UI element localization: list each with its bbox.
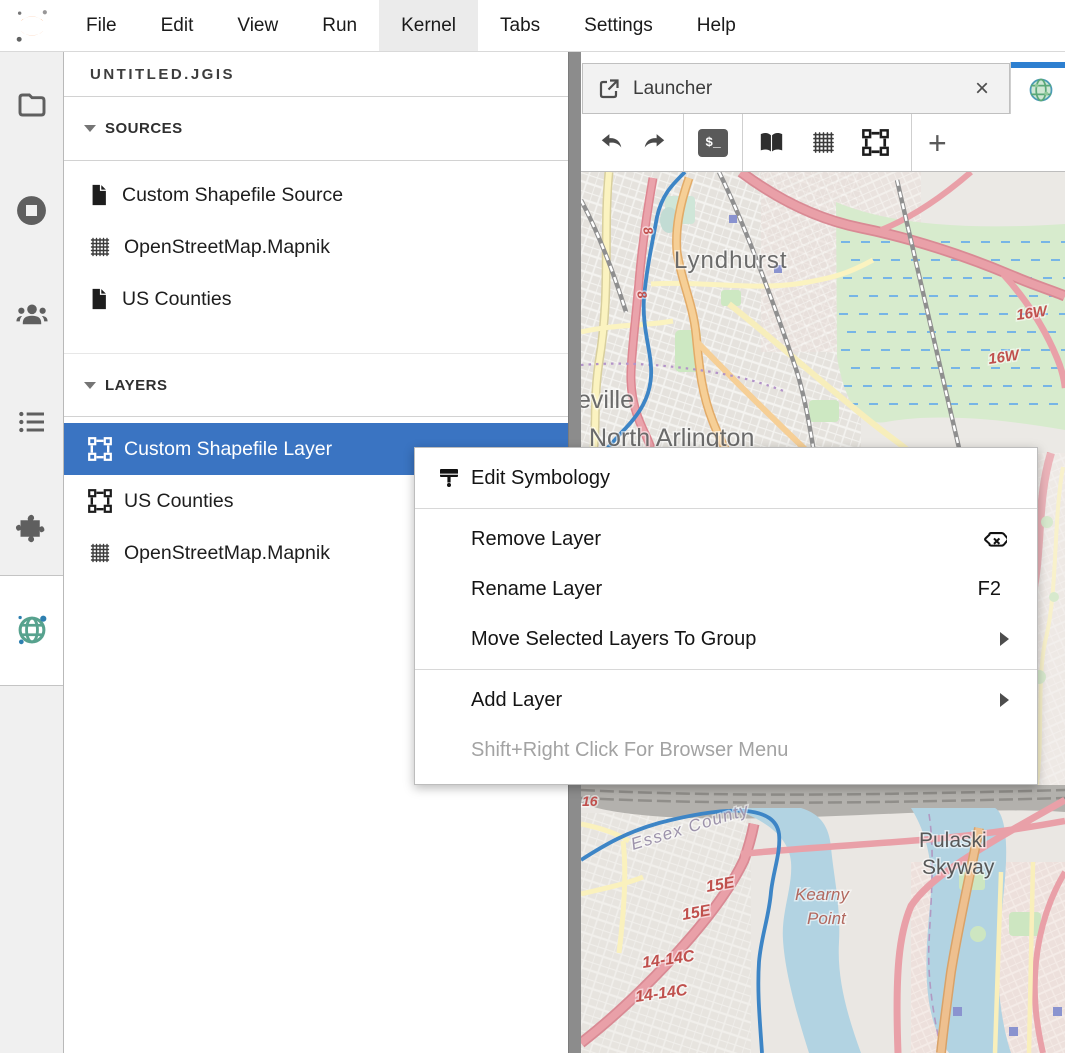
extension-manager-icon[interactable] — [0, 492, 63, 564]
map-label: Point — [807, 909, 847, 928]
vector-layer-icon — [88, 489, 112, 513]
menu-item-browser-menu-hint: Shift+Right Click For Browser Menu — [415, 725, 1037, 775]
jupyter-logo-icon — [13, 7, 51, 45]
sources-section-header[interactable]: SOURCES — [64, 97, 568, 161]
menu-item-label: Edit Symbology — [471, 467, 1009, 490]
jupyter-logo — [0, 0, 64, 51]
menu-settings[interactable]: Settings — [562, 0, 675, 51]
menu-file[interactable]: File — [64, 0, 139, 51]
submenu-arrow-icon — [1000, 693, 1009, 707]
jupytergis-globe-icon[interactable] — [0, 594, 63, 666]
map-label: eville — [581, 386, 634, 414]
menu-divider — [415, 669, 1037, 670]
map-label: Pulaski — [919, 829, 987, 852]
active-tab-accent — [1011, 62, 1065, 68]
source-label: US Counties — [122, 288, 231, 311]
map-label: Kearny — [795, 885, 850, 904]
layer-label: Custom Shapefile Layer — [124, 438, 332, 461]
add-raster-button[interactable] — [801, 121, 845, 165]
book-icon — [758, 129, 785, 156]
terminal-button[interactable]: $_ — [698, 129, 728, 157]
submenu-arrow-icon — [1000, 632, 1009, 646]
menu-edit[interactable]: Edit — [139, 0, 216, 51]
layers-header-label: LAYERS — [105, 377, 167, 394]
toolbar-separator — [742, 114, 743, 171]
map-label: 16 — [582, 793, 598, 809]
source-item-custom-shapefile[interactable]: Custom Shapefile Source — [64, 169, 568, 221]
source-item-us-counties[interactable]: US Counties — [64, 273, 568, 325]
close-icon[interactable]: × — [975, 77, 989, 101]
tab-launcher[interactable]: Launcher × — [582, 63, 1010, 114]
table-of-contents-icon[interactable] — [0, 386, 63, 458]
main-menu-bar: File Edit View Run Kernel Tabs Settings … — [0, 0, 1065, 52]
source-item-openstreetmap[interactable]: OpenStreetMap.Mapnik — [64, 221, 568, 273]
menu-item-label: Remove Layer — [471, 528, 981, 551]
menu-run[interactable]: Run — [300, 0, 379, 51]
collapse-caret-icon — [84, 382, 96, 389]
menu-item-label: Shift+Right Click For Browser Menu — [471, 739, 1009, 762]
menu-item-edit-symbology[interactable]: Edit Symbology — [415, 453, 1037, 503]
activity-bar — [0, 52, 64, 1053]
raster-grid-icon — [810, 129, 837, 156]
file-icon — [88, 288, 110, 310]
menu-item-move-layers-to-group[interactable]: Move Selected Layers To Group — [415, 614, 1037, 664]
jgis-globe-icon — [1027, 76, 1055, 104]
redo-button[interactable] — [633, 121, 677, 165]
remove-tag-icon — [981, 526, 1007, 552]
raster-grid-icon — [88, 235, 112, 259]
add-button[interactable]: + — [918, 127, 957, 159]
toolbar-separator — [911, 114, 912, 171]
collaboration-icon[interactable] — [0, 279, 63, 351]
identify-book-button[interactable] — [749, 121, 793, 165]
toolbar-separator — [683, 114, 684, 171]
menu-item-label: Rename Layer — [471, 578, 978, 601]
map-toolbar: $_ + — [581, 114, 1065, 172]
layer-label: OpenStreetMap.Mapnik — [124, 542, 330, 565]
add-vector-button[interactable] — [853, 121, 897, 165]
menu-item-label: Add Layer — [471, 689, 1000, 712]
panel-document-title: UNTITLED.JGIS — [64, 52, 568, 97]
raster-grid-icon — [88, 541, 112, 565]
layers-section-header[interactable]: LAYERS — [64, 353, 568, 417]
source-label: Custom Shapefile Source — [122, 184, 343, 207]
menu-kernel[interactable]: Kernel — [379, 0, 478, 51]
menu-item-label: Move Selected Layers To Group — [471, 628, 1000, 651]
undo-button[interactable] — [589, 121, 633, 165]
undo-icon — [598, 130, 624, 156]
file-icon — [88, 184, 110, 206]
menu-help[interactable]: Help — [675, 0, 758, 51]
menu-item-rename-layer[interactable]: Rename Layer F2 — [415, 564, 1037, 614]
sources-list: Custom Shapefile Source OpenStreetMap.Ma… — [64, 161, 568, 325]
vector-layer-icon — [88, 437, 112, 461]
menu-tabs[interactable]: Tabs — [478, 0, 562, 51]
map-label: Lyndhurst — [674, 247, 788, 274]
layer-context-menu: Edit Symbology Remove Layer Rename Layer… — [414, 447, 1038, 785]
menu-divider — [415, 508, 1037, 509]
menu-view[interactable]: View — [215, 0, 300, 51]
menu-item-add-layer[interactable]: Add Layer — [415, 675, 1037, 725]
map-label: Skyway — [922, 856, 995, 879]
sources-header-label: SOURCES — [105, 120, 183, 137]
paint-icon — [437, 466, 461, 490]
source-label: OpenStreetMap.Mapnik — [124, 236, 330, 259]
running-kernels-icon[interactable] — [0, 174, 63, 246]
shortcut-label: F2 — [978, 578, 1001, 601]
tab-launcher-label: Launcher — [633, 78, 975, 100]
file-browser-icon[interactable] — [0, 69, 63, 141]
launcher-icon — [597, 77, 621, 101]
redo-icon — [642, 130, 668, 156]
collapse-caret-icon — [84, 125, 96, 132]
vector-polygon-icon — [862, 129, 889, 156]
tab-jgis-map[interactable] — [1010, 62, 1065, 114]
layer-label: US Counties — [124, 490, 233, 513]
menu-item-remove-layer[interactable]: Remove Layer — [415, 514, 1037, 564]
